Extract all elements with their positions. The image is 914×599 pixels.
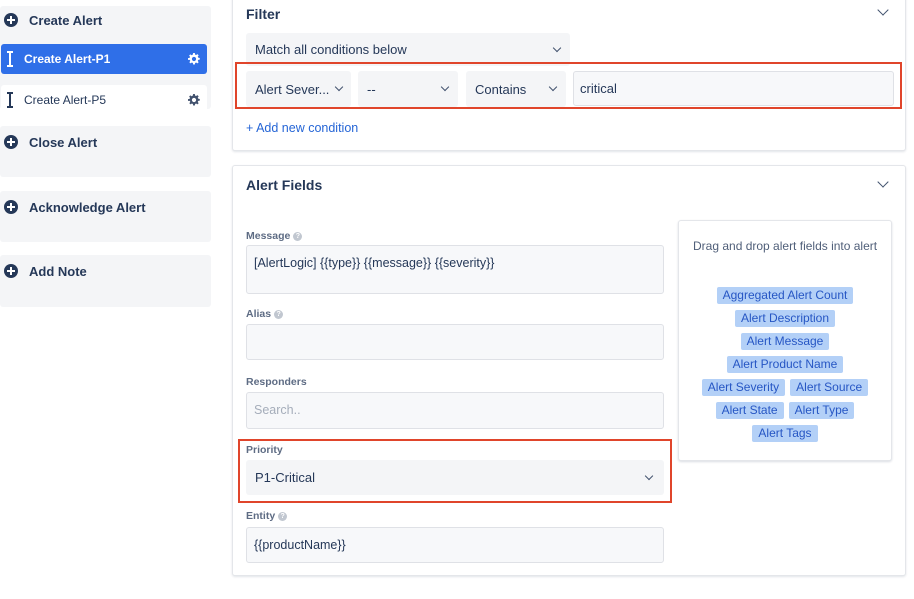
close-alert-header[interactable]: Close Alert [0, 128, 211, 156]
field-tag[interactable]: Alert Tags [752, 425, 818, 442]
entity-field[interactable]: {{productName}} [246, 527, 664, 563]
close-alert-section: Close Alert [0, 126, 211, 177]
sidebar-item-label: Create Alert-P1 [24, 52, 111, 66]
condition-field-value: Alert Sever... [255, 81, 330, 97]
field-tag-row: Alert State Alert Type [685, 402, 885, 419]
field-tag[interactable]: Alert Description [734, 310, 836, 327]
alias-label-text: Alias [246, 308, 272, 320]
add-note-label: Add Note [29, 263, 87, 279]
priority-select[interactable]: P1-Critical [246, 460, 664, 495]
help-icon[interactable]: ? [293, 231, 303, 241]
message-field[interactable]: [AlertLogic] {{type}} {{message}} {{seve… [246, 245, 664, 294]
create-alert-label: Create Alert [29, 12, 103, 28]
condition-subfield-select[interactable]: -- [358, 71, 458, 107]
entity-label-text: Entity [246, 510, 276, 522]
alias-field[interactable] [246, 324, 664, 360]
filter-panel: Filter Match all conditions below Alert … [232, 0, 906, 151]
priority-label-text: Priority [246, 444, 283, 456]
responders-search-input[interactable]: Search.. [246, 392, 664, 429]
field-tag-row: Alert Description [685, 310, 885, 327]
drag-handle-icon[interactable] [7, 51, 13, 67]
create-alert-section: Create Alert Create Alert-P1 Create Aler… [0, 6, 211, 115]
field-tag-row: Alert Tags [685, 425, 885, 442]
chevron-down-icon[interactable] [877, 176, 889, 188]
alert-fields-panel: Alert Fields Message ? [AlertLogic] {{ty… [232, 165, 906, 576]
alert-fields-title: Alert Fields [246, 177, 323, 193]
plus-circle-icon[interactable] [4, 13, 18, 27]
plus-circle-icon[interactable] [4, 264, 18, 278]
drag-handle-icon[interactable] [7, 92, 13, 108]
field-tag[interactable]: Alert Type [788, 402, 855, 419]
condition-value-input[interactable]: critical [573, 71, 894, 106]
plus-circle-icon[interactable] [4, 135, 18, 149]
acknowledge-alert-section: Acknowledge Alert [0, 191, 211, 242]
acknowledge-alert-label: Acknowledge Alert [29, 199, 146, 215]
condition-field-select[interactable]: Alert Sever... [246, 71, 351, 107]
plus-circle-icon[interactable] [4, 200, 18, 214]
filter-title: Filter [246, 6, 281, 22]
priority-value: P1-Critical [255, 470, 315, 485]
message-label: Message ? [246, 230, 303, 242]
gear-icon[interactable] [188, 94, 200, 106]
field-tag[interactable]: Alert Message [740, 333, 830, 350]
acknowledge-alert-header[interactable]: Acknowledge Alert [0, 193, 211, 221]
responders-label: Responders [246, 376, 307, 388]
chevron-down-icon[interactable] [877, 4, 889, 16]
field-tag[interactable]: Alert State [715, 402, 784, 419]
field-tag[interactable]: Alert Source [790, 379, 869, 396]
alias-label: Alias ? [246, 308, 284, 320]
sidebar-item-label: Create Alert-P5 [24, 93, 107, 107]
responders-label-text: Responders [246, 376, 307, 388]
match-mode-value: Match all conditions below [255, 42, 407, 57]
priority-label: Priority [246, 444, 283, 456]
add-note-header[interactable]: Add Note [0, 257, 211, 285]
field-tag-row: Alert Product Name [685, 356, 885, 373]
add-note-section: Add Note [0, 255, 211, 307]
field-tag-list: Aggregated Alert Count Alert Description A… [685, 287, 885, 448]
entity-label: Entity ? [246, 510, 288, 522]
field-tag-row: Aggregated Alert Count [685, 287, 885, 304]
chevron-down-icon [440, 82, 450, 92]
field-tag[interactable]: Alert Product Name [726, 356, 844, 373]
condition-value-text: critical [580, 81, 617, 96]
field-tag-row: Alert Message [685, 333, 885, 350]
chevron-down-icon [548, 82, 558, 92]
chevron-down-icon [644, 471, 654, 480]
help-icon[interactable]: ? [274, 309, 284, 319]
chevron-down-icon [552, 43, 562, 52]
close-alert-label: Close Alert [29, 134, 98, 150]
responders-placeholder: Search.. [254, 403, 301, 417]
field-tag[interactable]: Alert Severity [701, 379, 786, 396]
field-tag[interactable]: Aggregated Alert Count [716, 287, 854, 304]
create-alert-header[interactable]: Create Alert [0, 6, 211, 34]
sidebar-item-create-alert-p1[interactable]: Create Alert-P1 [1, 44, 207, 74]
condition-operator-value: Contains [475, 81, 527, 97]
chevron-down-icon [334, 82, 344, 92]
entity-value: {{productName}} [254, 538, 346, 552]
condition-subfield-value: -- [367, 81, 376, 97]
condition-operator-select[interactable]: Contains [466, 71, 566, 107]
sidebar-item-create-alert-p5[interactable]: Create Alert-P5 [1, 85, 207, 115]
add-new-condition-link[interactable]: + Add new condition [246, 121, 358, 135]
gear-icon[interactable] [188, 53, 200, 65]
drag-drop-instructions: Drag and drop alert fields into alert [693, 239, 878, 253]
message-value: [AlertLogic] {{type}} {{message}} {{seve… [254, 256, 495, 270]
message-label-text: Message [246, 230, 291, 242]
help-icon[interactable]: ? [278, 511, 288, 521]
drag-drop-fields-box: Drag and drop alert fields into alert Ag… [678, 220, 892, 461]
field-tag-row: Alert Severity Alert Source [685, 379, 885, 396]
